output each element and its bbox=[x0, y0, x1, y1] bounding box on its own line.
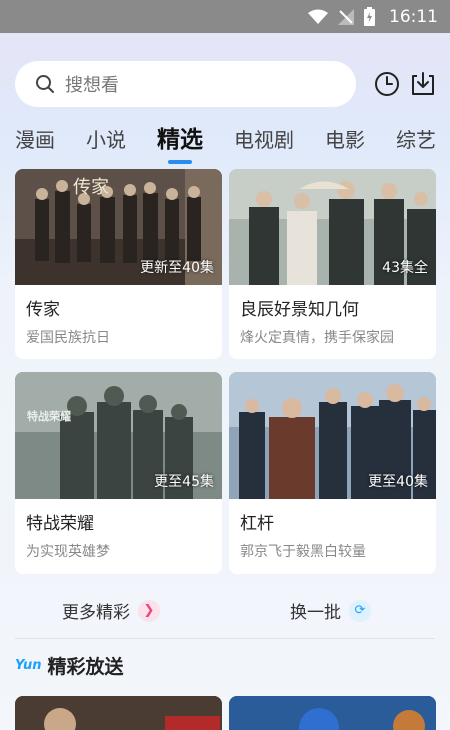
card-subtitle: 烽火定真情，携手保家园 bbox=[240, 330, 394, 346]
refresh-icon: ⟳ bbox=[349, 599, 371, 622]
card-subtitle: 为实现英雄梦 bbox=[26, 544, 110, 560]
refresh-button[interactable]: 换一批 ⟳ bbox=[290, 598, 371, 623]
tab-featured[interactable]: 精选 bbox=[157, 120, 203, 164]
video-card[interactable] bbox=[15, 696, 222, 730]
card-subtitle: 郭京飞于毅黑白较量 bbox=[240, 544, 366, 560]
card-title: 杠杆 bbox=[240, 514, 274, 534]
video-card[interactable]: 更至40集 杠杆 郭京飞于毅黑白较量 bbox=[229, 372, 436, 574]
card-title: 传家 bbox=[26, 300, 60, 320]
card-title: 良辰好景知几何 bbox=[240, 300, 359, 320]
no-signal-icon bbox=[338, 8, 354, 25]
svg-text:传家: 传家 bbox=[73, 177, 109, 198]
poster-image: 更至40集 bbox=[229, 372, 436, 499]
search-input[interactable]: 搜想看 bbox=[15, 61, 356, 107]
category-tabs: 漫画 小说 精选 电视剧 电影 综艺 bbox=[15, 118, 450, 164]
tab-novels[interactable]: 小说 bbox=[86, 120, 126, 160]
episode-badge: 43集全 bbox=[382, 260, 428, 276]
search-row: 搜想看 bbox=[15, 61, 435, 107]
video-card[interactable] bbox=[229, 696, 436, 730]
tab-variety[interactable]: 综艺 bbox=[396, 120, 436, 160]
divider bbox=[15, 638, 435, 639]
refresh-label: 换一批 bbox=[290, 603, 341, 623]
download-icon[interactable] bbox=[409, 70, 437, 98]
section-header: Yun 精彩放送 bbox=[15, 652, 124, 679]
section-title: 精彩放送 bbox=[47, 656, 124, 678]
episode-badge: 更至45集 bbox=[154, 474, 214, 490]
status-bar: 16:11 bbox=[0, 0, 450, 33]
history-icon[interactable] bbox=[373, 70, 401, 98]
tab-tv-series[interactable]: 电视剧 bbox=[234, 120, 294, 160]
card-subtitle: 爱国民族抗日 bbox=[26, 330, 110, 346]
poster-image: 传家 更新至40集 bbox=[15, 169, 222, 285]
episode-badge: 更至40集 bbox=[368, 474, 428, 490]
episode-badge: 更新至40集 bbox=[140, 260, 214, 276]
search-placeholder: 搜想看 bbox=[65, 75, 119, 96]
yun-logo-icon: Yun bbox=[15, 658, 42, 673]
more-label: 更多精彩 bbox=[62, 603, 130, 623]
more-button[interactable]: 更多精彩 ❯ bbox=[62, 598, 160, 623]
chevron-right-icon: ❯ bbox=[138, 599, 160, 622]
video-card[interactable]: 特战荣耀 更至45集 特战荣耀 为实现英雄梦 bbox=[15, 372, 222, 574]
tab-movies[interactable]: 电影 bbox=[325, 120, 365, 160]
svg-text:特战荣耀: 特战荣耀 bbox=[27, 409, 71, 423]
tab-comics[interactable]: 漫画 bbox=[15, 120, 55, 160]
wifi-icon bbox=[308, 9, 328, 24]
battery-icon bbox=[364, 7, 375, 26]
status-time: 16:11 bbox=[389, 6, 438, 27]
poster-image: 43集全 bbox=[229, 169, 436, 285]
video-card[interactable]: 传家 更新至40集 传家 爱国民族抗日 bbox=[15, 169, 222, 359]
video-card[interactable]: 43集全 良辰好景知几何 烽火定真情，携手保家园 bbox=[229, 169, 436, 359]
card-title: 特战荣耀 bbox=[26, 514, 94, 534]
poster-image: 特战荣耀 更至45集 bbox=[15, 372, 222, 499]
search-icon bbox=[36, 75, 54, 93]
